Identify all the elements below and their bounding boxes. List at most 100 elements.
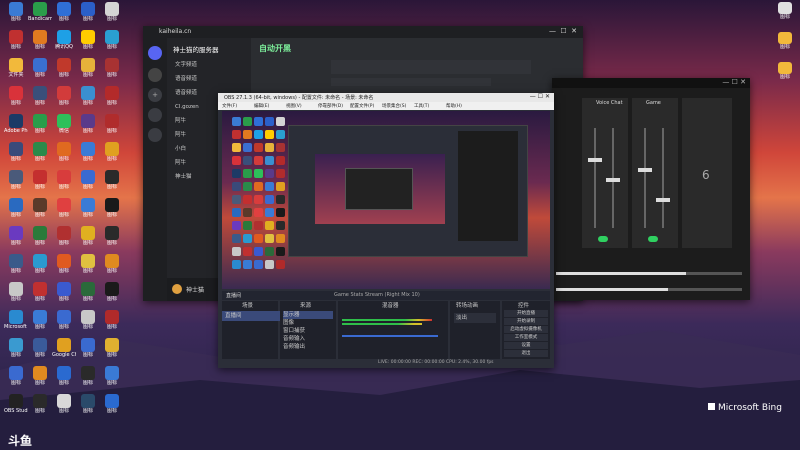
desktop-icon[interactable]: OBS Studio	[4, 394, 28, 428]
fader-handle[interactable]	[606, 178, 620, 182]
nested-icon	[254, 130, 263, 139]
control-button[interactable]: 启动虚拟摄像机	[504, 326, 548, 333]
icon-label: 图标	[34, 128, 45, 134]
nested-icon	[254, 221, 263, 230]
volume-slider[interactable]	[556, 272, 742, 275]
app-icon	[9, 86, 23, 100]
desktop-icon[interactable]: 图标	[772, 2, 798, 36]
app-icon	[81, 394, 95, 408]
nested-icon	[243, 143, 252, 152]
menu-item[interactable]: 编辑(E)	[254, 103, 269, 109]
app-icon	[33, 2, 47, 16]
source-item[interactable]: 图像	[283, 319, 333, 327]
icon-label: 图标	[779, 44, 790, 50]
desktop-icon[interactable]: 图标	[772, 62, 798, 96]
icon-label: Adobe Photoshop	[4, 128, 28, 134]
server-icon[interactable]	[148, 68, 162, 82]
nested-icon	[276, 117, 285, 126]
app-icon	[57, 86, 71, 100]
icon-label: 图标	[58, 324, 69, 330]
fader-track[interactable]	[662, 128, 664, 228]
icon-label: 图标	[58, 212, 69, 218]
control-button[interactable]: 开始录制	[504, 318, 548, 325]
scene-item[interactable]: 直播间	[222, 311, 281, 321]
menu-item[interactable]: 帮助(H)	[446, 103, 462, 109]
mute-toggle[interactable]	[598, 236, 608, 242]
desktop-icon[interactable]: 图标	[28, 394, 52, 428]
icon-label: 图标	[106, 72, 117, 78]
window-controls[interactable]: — ☐ ✕	[549, 27, 577, 35]
app-icon	[81, 338, 95, 352]
nested-mixer	[458, 131, 518, 241]
source-item[interactable]: 显示器	[283, 311, 333, 319]
panel-title: 转场动画	[456, 303, 479, 309]
fader-handle[interactable]	[588, 158, 602, 162]
control-button[interactable]: 开始直播	[504, 310, 548, 317]
desktop-icon[interactable]: 图标	[772, 32, 798, 66]
source-item[interactable]: 音频输入	[283, 335, 333, 343]
app-icon	[57, 198, 71, 212]
menu-item[interactable]: 视图(V)	[286, 103, 302, 109]
app-icon	[105, 142, 119, 156]
icon-label: 图标	[82, 408, 93, 414]
window-controls[interactable]: — ☐ ✕	[722, 78, 746, 86]
window-controls[interactable]: — ☐ ✕	[530, 93, 550, 100]
nested-icon	[254, 182, 263, 191]
app-icon	[105, 170, 119, 184]
volume-slider[interactable]	[556, 288, 742, 291]
audio-mixer-window: — ☐ ✕ Voice Chat Game 6	[552, 78, 750, 300]
channel-label: Game	[646, 100, 661, 106]
obs-title: OBS 27.1.3 (64-bit, windows) - 配置文件: 未命名…	[224, 95, 374, 101]
menu-item[interactable]: 文件(F)	[222, 103, 237, 109]
explore-icon[interactable]	[148, 108, 162, 122]
fader-track[interactable]	[644, 128, 646, 228]
app-icon	[33, 170, 47, 184]
source-item[interactable]: 音频输出	[283, 343, 333, 351]
nested-icon	[265, 221, 274, 230]
kook-server-rail: +	[143, 38, 167, 301]
desktop-icon[interactable]: 图标	[100, 394, 124, 428]
add-server-icon[interactable]: +	[148, 88, 162, 102]
desktop-icon[interactable]: 图标	[76, 394, 100, 428]
app-icon	[105, 310, 119, 324]
control-button[interactable]: 设置	[504, 342, 548, 349]
panel-title: 来源	[300, 303, 312, 309]
nested-icon	[254, 247, 263, 256]
icon-label: 图标	[82, 44, 93, 50]
menu-item[interactable]: 停靠部件(D)	[318, 103, 343, 109]
source-item[interactable]: 窗口捕获	[283, 327, 333, 335]
icon-label: 图标	[58, 380, 69, 386]
control-button[interactable]: 工作室模式	[504, 334, 548, 341]
server-name[interactable]: 神士猫的服务器	[173, 44, 219, 54]
channel-item[interactable]: 文字频道	[175, 60, 247, 70]
menu-item[interactable]: 配置文件(P)	[350, 103, 374, 109]
icon-label: 文件夹	[8, 72, 24, 78]
icon-label: 图标	[34, 324, 45, 330]
channel-item[interactable]: 语音频道	[175, 74, 247, 84]
panel-title: 混音器	[382, 303, 399, 309]
nested-icon	[232, 247, 241, 256]
app-icon	[33, 86, 47, 100]
app-icon	[81, 142, 95, 156]
control-button[interactable]: 退出	[504, 350, 548, 357]
nested-icon	[276, 221, 285, 230]
icon-label: 图标	[34, 380, 45, 386]
fader-handle[interactable]	[656, 198, 670, 202]
nested-preview-inner	[345, 168, 413, 210]
mute-toggle[interactable]	[648, 236, 658, 242]
app-icon	[81, 58, 95, 72]
app-icon	[33, 366, 47, 380]
server-icon[interactable]	[148, 46, 162, 60]
desktop-icon[interactable]: 图标	[52, 394, 76, 428]
menu-item[interactable]: 场景集合(S)	[382, 103, 406, 109]
avatar[interactable]	[172, 284, 182, 294]
icon-label: 图标	[10, 16, 21, 22]
icon-label: 图标	[58, 156, 69, 162]
audio-meter	[342, 335, 438, 337]
fader-track[interactable]	[594, 128, 596, 228]
transition-select[interactable]: 淡出	[454, 313, 496, 323]
fader-handle[interactable]	[638, 168, 652, 172]
menu-item[interactable]: 工具(T)	[414, 103, 429, 109]
download-icon[interactable]	[148, 128, 162, 142]
audio-meter	[342, 319, 432, 321]
